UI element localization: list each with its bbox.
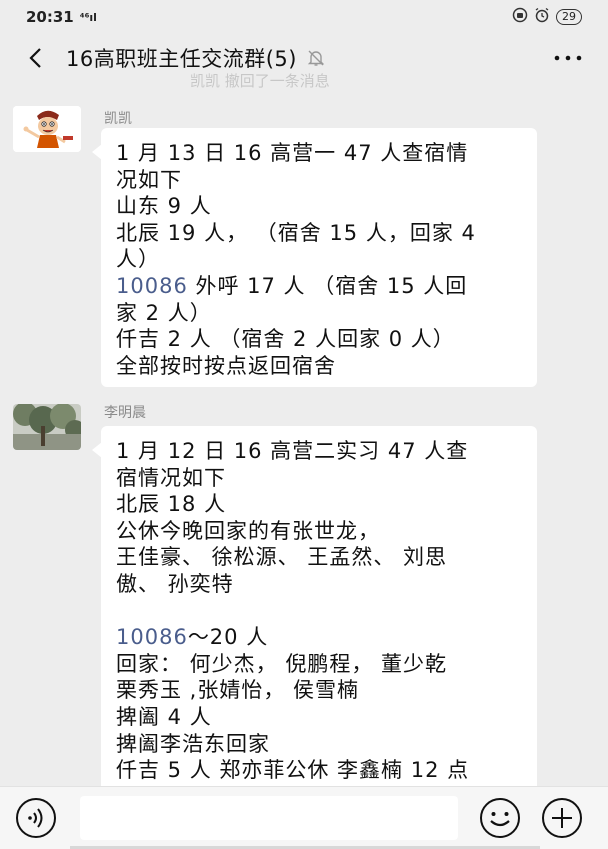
back-arrow-icon	[29, 48, 41, 68]
status-time: 20:31	[26, 8, 74, 26]
message-line: 傲、 孙奕特	[116, 571, 234, 596]
message-input[interactable]	[80, 796, 458, 840]
message-bubble[interactable]: 1 月 12 日 16 高营二实习 47 人查 宿情况如下 北辰 18 人 公休…	[92, 426, 537, 786]
message-line: 山东 9 人	[116, 194, 212, 219]
message-line: 人）	[116, 247, 160, 272]
phone-number-link[interactable]: 10086	[116, 625, 188, 649]
message-line: 宿情况如下	[116, 465, 226, 490]
message-line: 1 月 12 日 16 高营二实习 47 人查	[116, 439, 469, 463]
message-line-text: ～20 人	[187, 625, 269, 650]
message-bubble[interactable]: 1 月 13 日 16 高营一 47 人查宿情 况如下 山东 9 人 北辰 19…	[92, 128, 537, 388]
status-left: 20:31 ⁴⁶ıl	[26, 8, 97, 26]
plus-icon	[542, 798, 582, 838]
message-line: 捭阖 4 人	[116, 704, 212, 729]
faded-system-notice: 凯凯 撤回了一条消息	[190, 72, 330, 90]
message-line: 北辰 19 人， （宿舍 15 人，回家 4	[116, 220, 476, 245]
cartoon-avatar[interactable]	[13, 106, 81, 152]
chat-title: 16高职班主任交流群(5)	[66, 47, 297, 71]
message-line: 况如下	[116, 167, 182, 192]
message-line: 10086 外呼 17 人 （宿舍 15 人回	[116, 273, 522, 300]
signal-icon: ⁴⁶ıl	[79, 10, 97, 24]
message-line: 仟吉 2 人 （宿舍 2 人回家 0 人）	[116, 327, 455, 352]
input-bar	[0, 786, 608, 849]
message-line: 公休今晚回家的有张世龙，	[116, 518, 380, 543]
chat-area[interactable]: 凯凯 1 月 13 日 16 高营一 47 人查宿情 况如下 山东 9 人 北辰…	[0, 96, 608, 786]
alarm-icon	[534, 7, 550, 27]
voice-icon	[16, 798, 56, 838]
message-line: 捭阖李浩东回家	[116, 731, 270, 756]
message-line: 10086～20 人	[116, 624, 522, 651]
status-right: 29	[512, 7, 582, 27]
message-line: 北辰 18 人	[116, 492, 227, 517]
battery-indicator: 29	[556, 9, 582, 25]
message-line: 栗秀玉 ,张婧怡， 侯雪楠	[116, 678, 360, 703]
phone-number-link[interactable]: 10086	[116, 274, 188, 298]
headset-icon	[512, 7, 528, 27]
sender-name: 李明晨	[104, 405, 146, 421]
sender-name: 凯凯	[104, 111, 132, 127]
emoji-button[interactable]	[478, 796, 522, 840]
message-line: 家 2 人）	[116, 300, 212, 325]
message-line: 全部按时按点返回宿舍	[116, 353, 336, 378]
message-line-text: 外呼 17 人 （宿舍 15 人回	[187, 273, 468, 298]
message-line: 1 月 13 日 16 高营一 47 人查宿情	[116, 141, 469, 165]
more-dots-icon	[554, 55, 582, 61]
voice-input-button[interactable]	[14, 796, 58, 840]
status-bar: 20:31 ⁴⁶ıl 29	[0, 0, 608, 34]
message-line: 仟吉 5 人 郑亦菲公休 李鑫楠 12 点	[116, 758, 470, 783]
message-line	[116, 598, 522, 625]
emoji-icon	[480, 798, 520, 838]
tree-avatar[interactable]	[13, 404, 81, 450]
mute-bell-icon	[307, 49, 325, 67]
message-line: 王佳豪、 徐松源、 王孟然、 刘思	[116, 545, 448, 570]
more-functions-button[interactable]	[540, 796, 584, 840]
more-options-button[interactable]	[546, 38, 590, 78]
back-button[interactable]	[18, 38, 52, 78]
message-line: 回家： 何少杰， 倪鹏程， 董少乾	[116, 651, 448, 676]
